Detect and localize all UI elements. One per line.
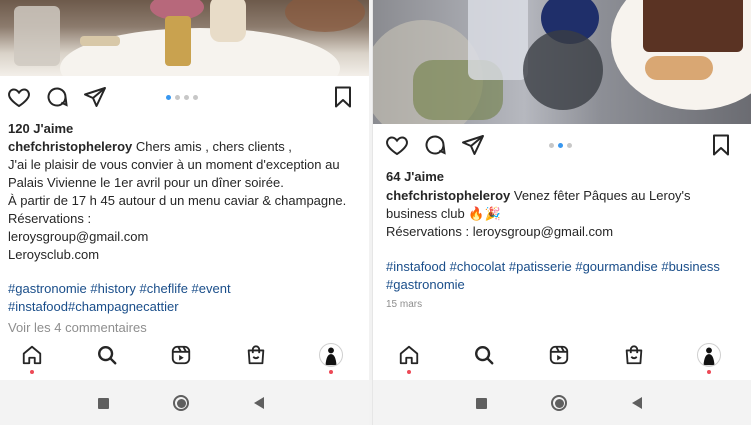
nav-search[interactable] bbox=[93, 341, 121, 369]
post-photo-dessert[interactable] bbox=[373, 0, 751, 124]
nav-reels[interactable] bbox=[545, 341, 573, 369]
likes-count[interactable]: 120 J'aime bbox=[8, 121, 73, 136]
search-icon bbox=[98, 346, 117, 365]
hashtag-line[interactable]: #gastronomie #history #cheflife #event bbox=[8, 280, 231, 298]
android-nav-bar bbox=[0, 380, 369, 425]
hashtags: #gastronomie #history #cheflife #event #… bbox=[8, 280, 231, 316]
post-caption: chefchristopheleroy Venez fêter Pâques a… bbox=[386, 187, 691, 241]
home-button[interactable] bbox=[550, 394, 568, 412]
share-button[interactable] bbox=[460, 132, 486, 158]
back-button[interactable] bbox=[250, 394, 268, 412]
bottom-nav bbox=[373, 340, 751, 380]
caption-line: business club 🔥🎉 bbox=[386, 206, 501, 221]
notification-dot bbox=[707, 370, 711, 374]
nav-reels[interactable] bbox=[167, 341, 195, 369]
notification-dot bbox=[407, 370, 411, 374]
caption-line: Leroysclub.com bbox=[8, 247, 100, 262]
comment-button[interactable] bbox=[422, 132, 448, 158]
hashtag-line[interactable]: #gastronomie bbox=[386, 276, 720, 294]
username-link[interactable]: chefchristopheleroy bbox=[386, 188, 510, 203]
view-comments-link[interactable]: Voir les 4 commentaires bbox=[8, 320, 147, 335]
comment-button[interactable] bbox=[44, 84, 70, 110]
comment-icon bbox=[425, 135, 446, 155]
caption-line: Réservations : leroysgroup@gmail.com bbox=[386, 224, 614, 239]
caption-line: Palais Vivienne le 1er avril pour un dîn… bbox=[8, 175, 284, 190]
post-photo-dinner[interactable] bbox=[0, 0, 369, 76]
hashtag-line[interactable]: #instafood #chocolat #patisserie #gourma… bbox=[386, 258, 720, 276]
back-button[interactable] bbox=[628, 394, 646, 412]
bookmark-icon bbox=[335, 86, 351, 108]
caption-line: À partir de 17 h 45 autour d un menu cav… bbox=[8, 193, 347, 208]
comment-icon bbox=[47, 87, 68, 107]
save-button[interactable] bbox=[330, 84, 356, 110]
like-button[interactable] bbox=[384, 132, 410, 158]
recents-button[interactable] bbox=[94, 394, 112, 412]
caption-line: Réservations : bbox=[8, 211, 92, 226]
username-link[interactable]: chefchristopheleroy bbox=[8, 139, 132, 154]
profile-avatar bbox=[697, 343, 721, 367]
hashtag-line[interactable]: #instafood#champagnecattier bbox=[8, 298, 231, 316]
search-icon bbox=[475, 346, 494, 365]
bookmark-icon bbox=[713, 134, 729, 156]
notification-dot bbox=[30, 370, 34, 374]
notification-dot bbox=[329, 370, 333, 374]
nav-profile[interactable] bbox=[695, 341, 723, 369]
nav-profile[interactable] bbox=[317, 341, 345, 369]
heart-icon bbox=[386, 136, 408, 156]
reels-icon bbox=[549, 345, 569, 365]
share-icon bbox=[84, 87, 106, 107]
caption-line: J'ai le plaisir de vous convier à un mom… bbox=[8, 157, 340, 172]
nav-shop[interactable] bbox=[242, 341, 270, 369]
likes-count[interactable]: 64 J'aime bbox=[386, 169, 444, 184]
reels-icon bbox=[171, 345, 191, 365]
caption-line: leroysgroup@gmail.com bbox=[8, 229, 149, 244]
profile-avatar bbox=[319, 343, 343, 367]
heart-icon bbox=[8, 88, 30, 108]
left-phone-screen: 120 J'aime chefchristopheleroy Chers ami… bbox=[0, 0, 369, 425]
right-phone-screen: 64 J'aime chefchristopheleroy Venez fête… bbox=[372, 0, 751, 425]
carousel-indicator bbox=[166, 95, 198, 100]
home-icon bbox=[22, 345, 42, 365]
post-caption: chefchristopheleroy Chers amis , chers c… bbox=[8, 138, 346, 264]
nav-home[interactable] bbox=[395, 341, 423, 369]
caption-first-line: Chers amis , chers clients , bbox=[132, 139, 292, 154]
nav-search[interactable] bbox=[470, 341, 498, 369]
shop-icon bbox=[625, 345, 643, 365]
carousel-indicator bbox=[549, 143, 572, 148]
share-icon bbox=[462, 135, 484, 155]
like-button[interactable] bbox=[6, 84, 32, 110]
share-button[interactable] bbox=[82, 84, 108, 110]
home-button[interactable] bbox=[172, 394, 190, 412]
shop-icon bbox=[247, 345, 265, 365]
nav-home[interactable] bbox=[18, 341, 46, 369]
nav-shop[interactable] bbox=[620, 341, 648, 369]
save-button[interactable] bbox=[708, 132, 734, 158]
post-date: 15 mars bbox=[386, 299, 423, 310]
android-nav-bar bbox=[373, 380, 751, 425]
recents-button[interactable] bbox=[472, 394, 490, 412]
home-icon bbox=[399, 345, 419, 365]
bottom-nav bbox=[0, 340, 369, 380]
hashtags: #instafood #chocolat #patisserie #gourma… bbox=[386, 258, 720, 294]
caption-first-line: Venez fêter Pâques au Leroy's bbox=[510, 188, 691, 203]
